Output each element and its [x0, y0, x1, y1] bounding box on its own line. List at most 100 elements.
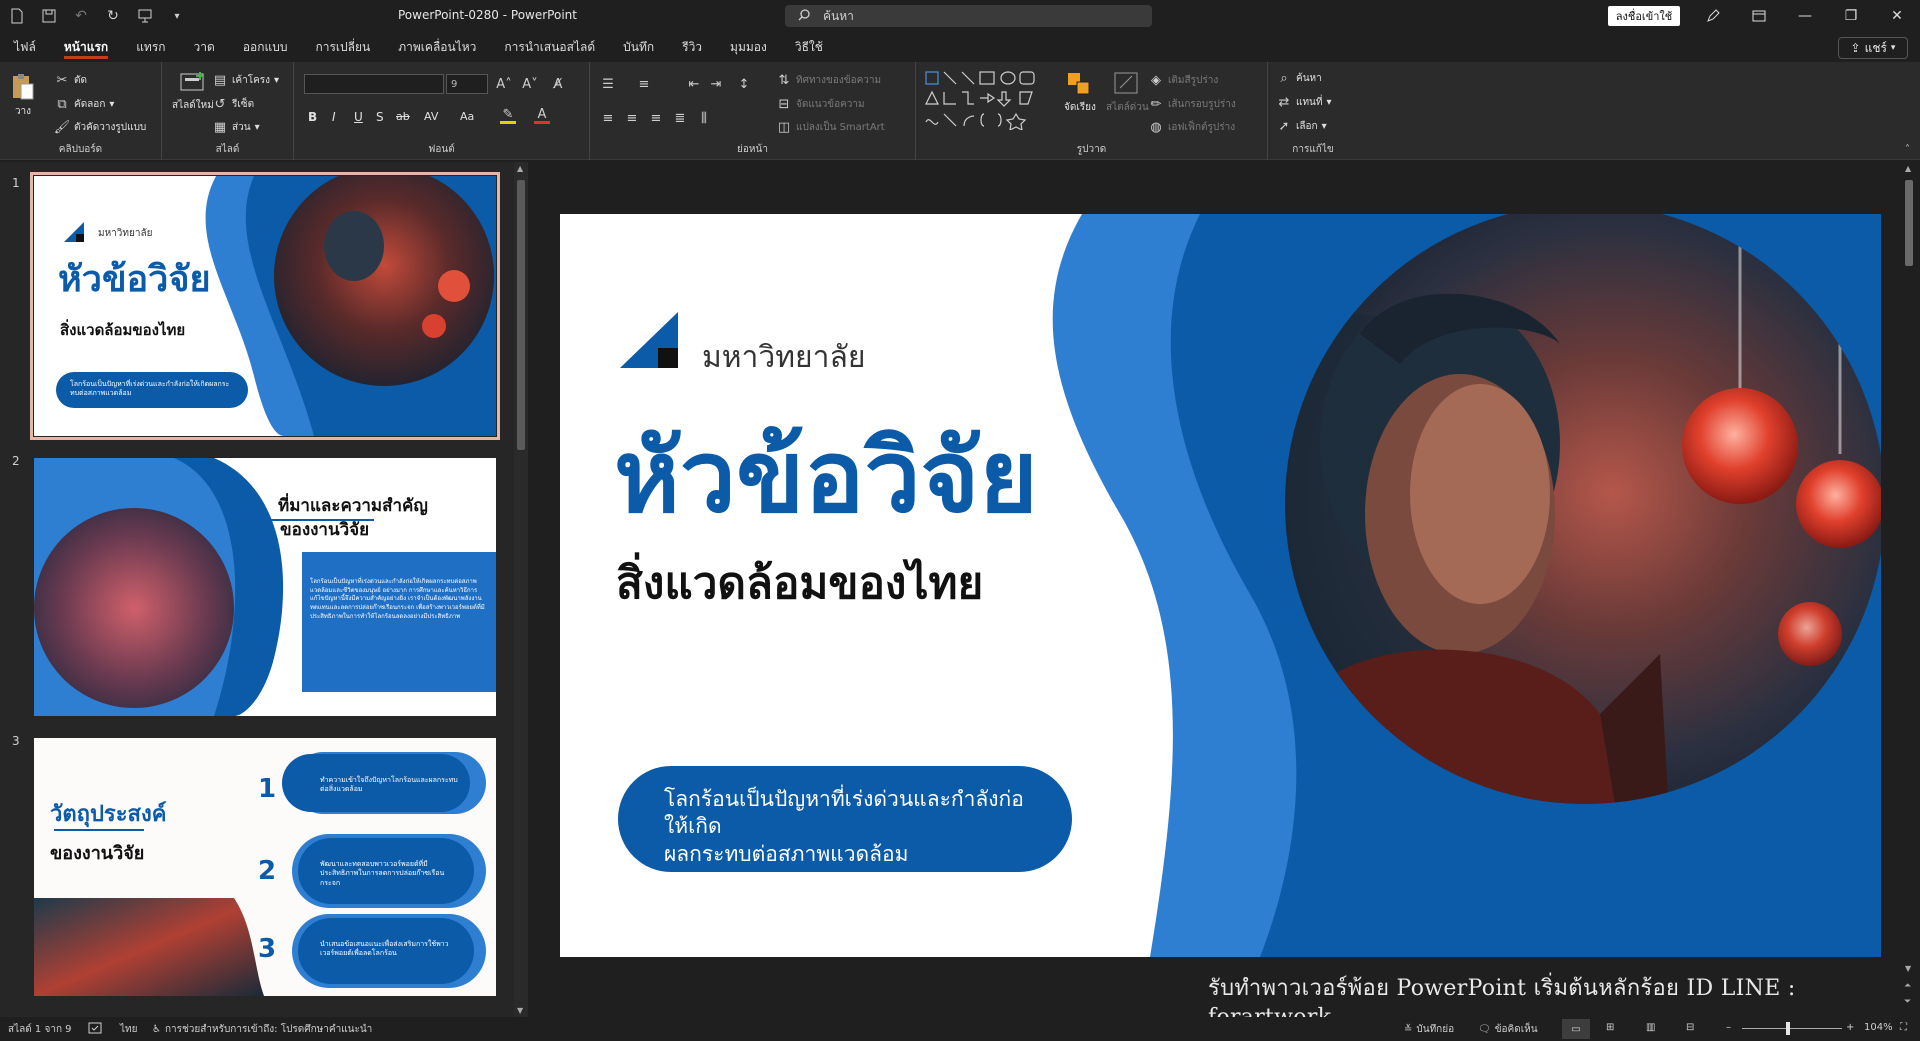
customize-qat-icon[interactable]: ▾	[168, 7, 186, 25]
slide-thumbnail-3[interactable]: วัตถุประสงค์ ของงานวิจัย 1 ทำความเข้าใจถ…	[34, 738, 496, 996]
text-direction-button[interactable]: ⇅ ทิศทางของข้อความ	[776, 72, 882, 88]
shape-outline-button[interactable]: ✏ เส้นกรอบรูปร่าง	[1148, 96, 1236, 112]
shapes-gallery[interactable]	[924, 70, 1054, 130]
reset-button[interactable]: ↺ รีเซ็ต	[212, 96, 255, 112]
slide-thumbnail-1[interactable]: มหาวิทยาลัย หัวข้อวิจัย สิ่งแวดล้อมของไท…	[30, 172, 500, 440]
tab-draw[interactable]: วาด	[194, 32, 215, 62]
arrange-button[interactable]: จัดเรียง	[1064, 70, 1096, 115]
thumbnail-scrollbar[interactable]: ▲ ▼	[514, 162, 528, 1017]
restore-icon[interactable]: ❐	[1828, 0, 1874, 32]
zoom-slider-thumb[interactable]	[1786, 1022, 1790, 1035]
accessibility-status[interactable]: ♿ การช่วยสำหรับการเข้าถึง: โปรดศึกษาคำแน…	[152, 1022, 372, 1037]
highlight-button[interactable]: ✎	[500, 107, 516, 124]
tab-transitions[interactable]: การเปลี่ยน	[315, 32, 370, 62]
language-indicator[interactable]: ไทย	[120, 1022, 137, 1037]
zoom-in-button[interactable]: +	[1846, 1022, 1854, 1033]
italic-button[interactable]: I	[332, 110, 336, 124]
shape-fill-button[interactable]: ◈ เติมสีรูปร่าง	[1148, 72, 1218, 88]
tab-design[interactable]: ออกแบบ	[243, 32, 288, 62]
font-size-combo[interactable]: 9	[446, 74, 488, 94]
find-button[interactable]: ⌕ ค้นหา	[1276, 70, 1321, 86]
tab-animations[interactable]: ภาพเคลื่อนไหว	[398, 32, 476, 62]
numbering-button[interactable]: ≡	[636, 76, 652, 92]
slideshow-button[interactable]: ⊟	[1686, 1022, 1694, 1033]
line-spacing-button[interactable]: ↕	[736, 76, 752, 92]
shape-effects-button[interactable]: ◍ เอฟเฟ็กต์รูปร่าง	[1148, 119, 1235, 135]
tab-view[interactable]: มุมมอง	[730, 32, 767, 62]
scroll-down-icon[interactable]: ▼	[1905, 964, 1911, 973]
tab-slideshow[interactable]: การนำเสนอสไลด์	[504, 32, 595, 62]
scroll-up-icon[interactable]: ▲	[517, 164, 523, 173]
columns-button[interactable]: ⫼	[696, 110, 712, 126]
main-slide-canvas[interactable]: มหาวิทยาลัย หัวข้อวิจัย สิ่งแวดล้อมของไท…	[560, 214, 1881, 957]
minimize-icon[interactable]: —	[1782, 0, 1828, 32]
previous-slide-icon[interactable]: ⏶	[1904, 981, 1911, 991]
undo-icon[interactable]: ↶	[72, 7, 90, 25]
font-name-combo[interactable]	[304, 74, 444, 94]
new-slide-button[interactable]: สไลด์ใหม่	[172, 70, 214, 113]
char-spacing-button[interactable]: AV	[424, 110, 438, 123]
next-slide-icon[interactable]: ⏷	[1904, 997, 1911, 1007]
increase-indent-button[interactable]: ⇥	[708, 76, 724, 92]
align-left-button[interactable]: ≡	[600, 110, 616, 126]
zoom-slider[interactable]	[1742, 1022, 1842, 1035]
save-icon[interactable]	[40, 7, 58, 25]
zoom-out-button[interactable]: –	[1726, 1022, 1731, 1033]
align-text-button[interactable]: ⊟ จัดแนวข้อความ	[776, 96, 865, 112]
reading-view-button[interactable]: ▥	[1646, 1022, 1655, 1033]
select-button[interactable]: ➚ เลือก ▾	[1276, 118, 1327, 134]
underline-button[interactable]: U	[354, 110, 363, 124]
quick-styles-button[interactable]: สไตล์ด่วน	[1106, 70, 1149, 115]
section-button[interactable]: ▦ ส่วน ▾	[212, 119, 260, 135]
bold-button[interactable]: B	[308, 110, 317, 124]
tab-help[interactable]: วิธีใช้	[795, 32, 823, 62]
align-right-button[interactable]: ≡	[648, 110, 664, 126]
tab-home[interactable]: หน้าแรก	[63, 32, 109, 62]
share-button[interactable]: ⇪ แชร์ ▾	[1838, 37, 1908, 59]
ribbon-display-options-icon[interactable]	[1736, 0, 1782, 32]
present-from-start-icon[interactable]	[136, 7, 154, 25]
cut-button[interactable]: ✂ ตัด	[54, 72, 87, 88]
editor-scrollbar[interactable]: ▲ ▼ ⏶ ⏷	[1902, 162, 1916, 1017]
normal-view-button[interactable]: ▭	[1562, 1019, 1590, 1039]
slide-thumbnail-2[interactable]: ที่มาและความสำคัญ ของงานวิจัย โลกร้อนเป็…	[34, 458, 496, 716]
strikethrough-button[interactable]: ab	[396, 110, 410, 123]
tab-insert[interactable]: แทรก	[136, 32, 165, 62]
tab-record[interactable]: บันทึก	[623, 32, 654, 62]
zoom-level[interactable]: 104%	[1864, 1022, 1893, 1033]
clear-format-button[interactable]: A̸	[550, 76, 566, 92]
format-painter-button[interactable]: 🖌 ตัวคัดวางรูปแบบ	[54, 119, 147, 135]
new-file-icon[interactable]	[8, 7, 26, 25]
comments-button[interactable]: 🗨 ข้อคิดเห็น	[1478, 1022, 1538, 1037]
sign-in-button[interactable]: ลงชื่อเข้าใช้	[1608, 6, 1680, 26]
slide-sorter-button[interactable]: ⊞	[1606, 1022, 1614, 1033]
notes-button[interactable]: ≚ บันทึกย่อ	[1404, 1022, 1454, 1037]
redo-icon[interactable]: ↻	[104, 7, 122, 25]
thumbnail-scroll-thumb[interactable]	[517, 180, 525, 450]
slide-thumbnail-pane[interactable]: 1 มหาวิทยาลัย หัวข้อวิจัย สิ่งแวดล้อมของ…	[0, 162, 520, 1017]
decrease-font-button[interactable]: A˅	[522, 76, 538, 92]
layout-button[interactable]: ▤ เค้าโครง ▾	[212, 72, 279, 88]
shadow-button[interactable]: S	[376, 110, 384, 124]
change-case-button[interactable]: Aa	[460, 110, 474, 123]
search-box[interactable]: ค้นหา	[785, 5, 1152, 27]
tab-review[interactable]: รีวิว	[682, 32, 702, 62]
tab-file[interactable]: ไฟล์	[14, 32, 36, 62]
smartart-button[interactable]: ◫ แปลงเป็น SmartArt	[776, 119, 885, 135]
copy-button[interactable]: ⧉ คัดลอก ▾	[54, 96, 114, 112]
fit-slide-icon[interactable]: ⛶	[1900, 1022, 1907, 1033]
scroll-down-icon[interactable]: ▼	[517, 1006, 523, 1015]
editor-scroll-thumb[interactable]	[1905, 180, 1913, 266]
increase-font-button[interactable]: A˄	[496, 76, 512, 92]
justify-button[interactable]: ≣	[672, 110, 688, 126]
spell-check-icon[interactable]	[88, 1022, 102, 1034]
replace-button[interactable]: ⇄ แทนที่ ▾	[1276, 94, 1332, 110]
font-color-button[interactable]: A	[534, 107, 550, 124]
scroll-up-icon[interactable]: ▲	[1905, 164, 1911, 173]
close-icon[interactable]: ✕	[1874, 0, 1920, 32]
collapse-ribbon-icon[interactable]: ˄	[1905, 144, 1910, 155]
decrease-indent-button[interactable]: ⇤	[686, 76, 702, 92]
pen-icon[interactable]	[1690, 0, 1736, 32]
align-center-button[interactable]: ≡	[624, 110, 640, 126]
paste-button[interactable]: วาง	[10, 72, 36, 119]
